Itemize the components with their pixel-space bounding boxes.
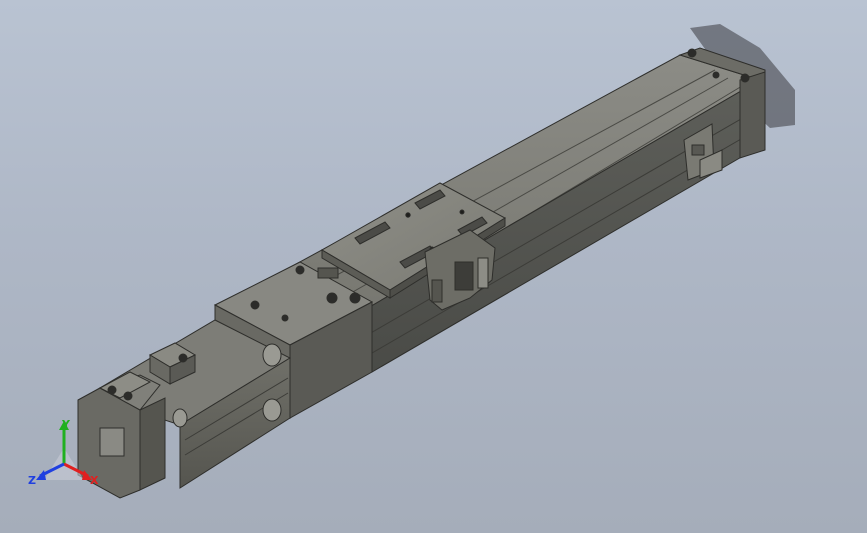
graphics-viewport[interactable]: Y X Z: [0, 0, 867, 533]
y-axis-label: Y: [62, 418, 70, 431]
z-axis-label: Z: [28, 474, 36, 487]
coordinate-triad: Y X Z: [22, 418, 112, 498]
x-axis-label: X: [90, 474, 99, 487]
linear-actuator-model[interactable]: [0, 0, 867, 533]
